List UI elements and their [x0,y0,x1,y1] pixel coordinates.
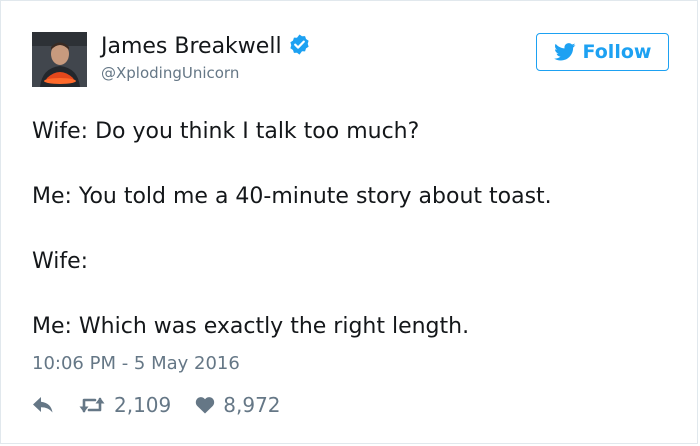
like-count: 8,972 [223,393,281,417]
author-handle[interactable]: @XplodingUnicorn [101,62,239,84]
retweet-count: 2,109 [114,393,172,417]
tweet-actions: 2,109 8,972 [32,390,281,420]
follow-button-label: Follow [582,41,652,63]
follow-button[interactable]: Follow [536,33,669,71]
tweet-card: James Breakwell @XplodingUnicorn Follow … [0,0,698,444]
reply-button[interactable] [32,395,54,415]
tweet-line: Wife: Do you think I talk too much? [32,119,420,144]
tweet-line: Wife: [32,249,89,274]
verified-badge-icon [289,34,309,55]
author-name[interactable]: James Breakwell [101,34,282,59]
tweet-text: Wife: Do you think I talk too much? Me: … [32,117,672,377]
avatar[interactable] [32,32,87,87]
tweet-line: Me: Which was exactly the right length. [32,314,470,339]
retweet-button[interactable]: 2,109 [78,393,171,417]
tweet-line: Me: You told me a 40-minute story about … [32,184,552,209]
retweet-icon [79,397,105,413]
heart-icon [196,397,215,414]
tweet-timestamp[interactable]: 10:06 PM - 5 May 2016 [32,352,240,376]
reply-icon [33,397,53,413]
twitter-bird-icon [553,43,575,61]
like-button[interactable]: 8,972 [195,393,281,417]
author-name-row[interactable]: James Breakwell [101,32,311,62]
avatar-photo [32,32,87,87]
